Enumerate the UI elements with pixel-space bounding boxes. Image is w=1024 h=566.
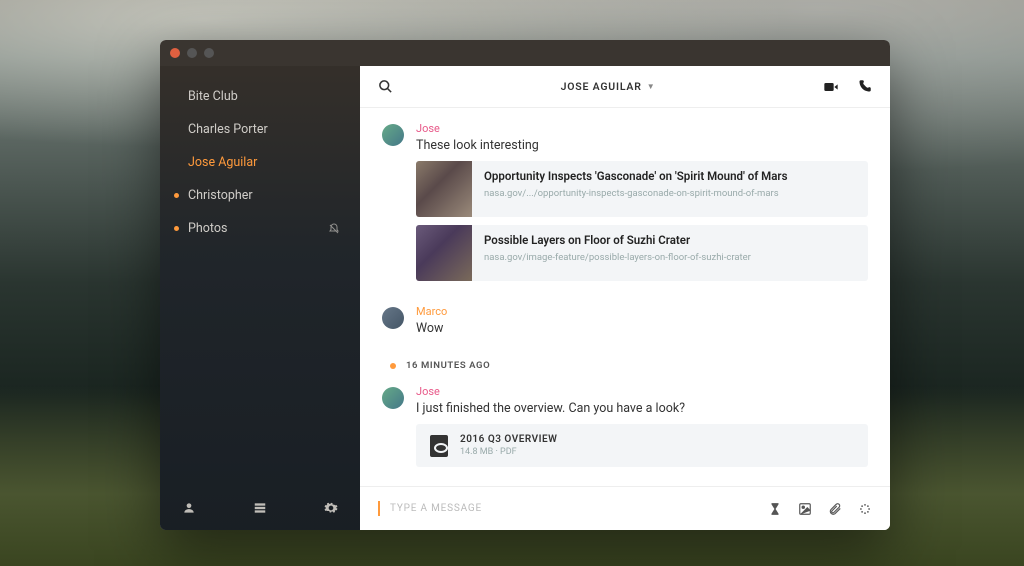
file-icon — [430, 435, 448, 457]
message: Jose I just finished the overview. Can y… — [382, 385, 868, 467]
conversation-item[interactable]: Christopher — [160, 179, 360, 212]
conversation-header: JOSE AGUILAR ▼ — [360, 66, 890, 108]
sidebar-footer — [160, 486, 360, 530]
chevron-down-icon: ▼ — [647, 82, 656, 91]
conversation-item[interactable]: Photos — [160, 212, 360, 245]
window-maximize-button[interactable] — [204, 48, 214, 58]
conversation-item[interactable]: Bite Club — [160, 80, 360, 113]
file-name: 2016 Q3 OVERVIEW — [460, 434, 557, 445]
more-icon[interactable] — [858, 502, 872, 516]
voice-call-icon[interactable] — [857, 79, 872, 95]
conversation-label: Jose Aguilar — [188, 155, 257, 170]
conversation-label: Charles Porter — [188, 122, 268, 137]
link-thumbnail — [416, 161, 472, 217]
conversation-item[interactable]: Charles Porter — [160, 113, 360, 146]
video-call-icon[interactable] — [823, 79, 839, 95]
link-title: Opportunity Inspects 'Gasconade' on 'Spi… — [484, 169, 787, 184]
divider-label: 16 MINUTES AGO — [406, 360, 490, 371]
link-preview[interactable]: Opportunity Inspects 'Gasconade' on 'Spi… — [416, 161, 868, 217]
conversation-title-text: JOSE AGUILAR — [561, 80, 642, 93]
file-attachment[interactable]: 2016 Q3 OVERVIEW 14.8 MB · PDF — [416, 424, 868, 467]
main-panel: JOSE AGUILAR ▼ Jose The — [360, 66, 890, 530]
archive-icon[interactable] — [253, 501, 267, 515]
message-text: These look interesting — [416, 138, 868, 153]
link-thumbnail — [416, 225, 472, 281]
image-icon[interactable] — [798, 502, 812, 516]
window-minimize-button[interactable] — [187, 48, 197, 58]
timer-icon[interactable] — [768, 502, 782, 516]
link-url: nasa.gov/.../opportunity-inspects-gascon… — [484, 188, 787, 199]
file-meta: 14.8 MB · PDF — [460, 447, 557, 457]
time-divider: 16 MINUTES AGO — [382, 360, 868, 371]
avatar[interactable] — [382, 124, 404, 146]
message: Marco Wow — [382, 305, 868, 344]
sidebar: Bite Club Charles Porter Jose Aguilar Ch… — [160, 66, 360, 530]
message-sender: Jose — [416, 385, 868, 398]
link-url: nasa.gov/image-feature/possible-layers-o… — [484, 252, 751, 263]
titlebar — [160, 40, 890, 66]
settings-icon[interactable] — [324, 501, 338, 515]
unread-dot-icon — [174, 226, 179, 231]
message: Jose These look interesting Opportunity … — [382, 122, 868, 289]
unread-dot-icon — [174, 193, 179, 198]
avatar[interactable] — [382, 387, 404, 409]
conversation-label: Christopher — [188, 188, 253, 203]
conversation-title[interactable]: JOSE AGUILAR ▼ — [393, 80, 823, 93]
message-text: Wow — [416, 321, 868, 336]
window-close-button[interactable] — [170, 48, 180, 58]
message-input[interactable] — [390, 503, 768, 514]
contacts-icon[interactable] — [182, 501, 196, 515]
composer-accent-bar — [378, 501, 380, 516]
app-window: Bite Club Charles Porter Jose Aguilar Ch… — [160, 40, 890, 530]
message-composer — [360, 486, 890, 530]
search-icon[interactable] — [378, 79, 393, 94]
message-sender: Jose — [416, 122, 868, 135]
message-list: Jose These look interesting Opportunity … — [360, 108, 890, 486]
muted-icon — [328, 223, 340, 235]
conversation-label: Bite Club — [188, 89, 238, 104]
link-title: Possible Layers on Floor of Suzhi Crater — [484, 233, 751, 248]
link-preview[interactable]: Possible Layers on Floor of Suzhi Crater… — [416, 225, 868, 281]
attachment-icon[interactable] — [828, 502, 842, 516]
divider-dot-icon — [390, 363, 396, 369]
avatar[interactable] — [382, 307, 404, 329]
message-text: I just finished the overview. Can you ha… — [416, 401, 868, 416]
conversation-list: Bite Club Charles Porter Jose Aguilar Ch… — [160, 66, 360, 486]
conversation-label: Photos — [188, 221, 227, 236]
conversation-item-active[interactable]: Jose Aguilar — [160, 146, 360, 179]
message-sender: Marco — [416, 305, 868, 318]
